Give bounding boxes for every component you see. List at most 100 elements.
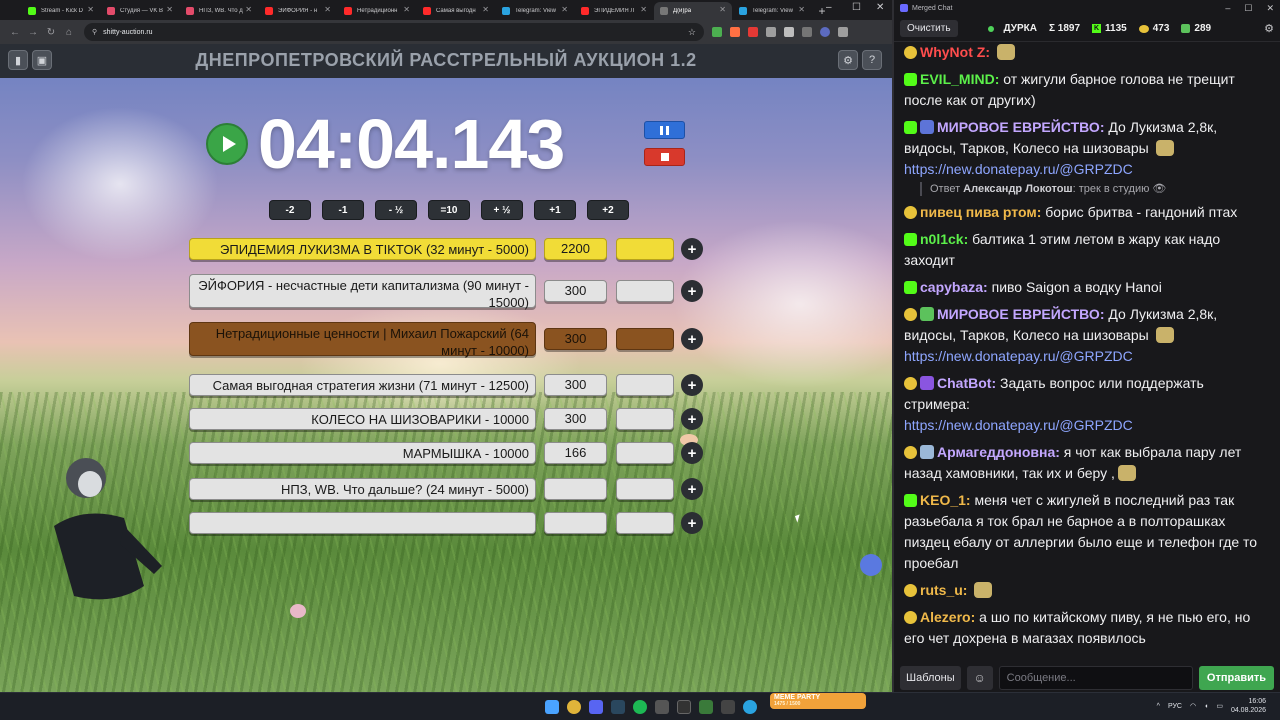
- spotify-icon[interactable]: [633, 700, 647, 714]
- chat-username[interactable]: EVIL_MIND: [920, 71, 995, 87]
- time-adjust-button[interactable]: - ½: [375, 200, 417, 220]
- extension-icon[interactable]: [766, 27, 776, 37]
- browser-tab[interactable]: Telegram: View ✕: [496, 2, 574, 20]
- chat-link[interactable]: https://new.donatepay.ru/@GRPZDC: [904, 417, 1133, 433]
- send-button[interactable]: Отправить: [1198, 666, 1274, 690]
- maximize-icon[interactable]: ☐: [1244, 3, 1252, 14]
- time-adjust-button[interactable]: +1: [534, 200, 576, 220]
- chat-username[interactable]: n0l1ck: [920, 231, 964, 247]
- lot-amount-field[interactable]: [544, 512, 607, 534]
- lot-amount-field[interactable]: 300: [544, 328, 607, 350]
- lot-name-field[interactable]: Самая выгодная стратегия жизни (71 минут…: [189, 374, 536, 396]
- address-bar[interactable]: ⚲ shitty-auction.ru ☆: [84, 23, 704, 41]
- battery-icon[interactable]: ▭: [1216, 702, 1223, 710]
- lot-amount-field[interactable]: 300: [544, 280, 607, 302]
- lot-add-amount-field[interactable]: [616, 238, 674, 260]
- steam-icon[interactable]: [611, 700, 625, 714]
- extension-icon[interactable]: [748, 27, 758, 37]
- chat-messages[interactable]: WhyNot Z: EVIL_MIND: от жигули барное го…: [894, 42, 1280, 664]
- browser-tab[interactable]: Нетрадиционн ✕: [338, 2, 416, 20]
- tab-close-icon[interactable]: ✕: [403, 5, 410, 14]
- plus-icon[interactable]: +: [681, 280, 703, 302]
- extensions-puzzle-icon[interactable]: [784, 27, 794, 37]
- lot-name-field[interactable]: [189, 512, 536, 534]
- chat-username[interactable]: Армагеддоновна: [937, 444, 1055, 460]
- forward-icon[interactable]: →: [24, 23, 42, 41]
- wifi-icon[interactable]: ◠: [1190, 702, 1196, 710]
- plus-icon[interactable]: +: [681, 478, 703, 500]
- chat-username[interactable]: capybaza: [920, 279, 983, 295]
- browser-tab[interactable]: Stream - Kick D ✕: [22, 2, 100, 20]
- start-icon[interactable]: [545, 700, 559, 714]
- back-icon[interactable]: ←: [6, 23, 24, 41]
- lot-name-field[interactable]: ЭПИДЕМИЯ ЛУКИЗМА В TIKTOK (32 минут - 50…: [189, 238, 536, 260]
- clear-button[interactable]: Очистить: [900, 20, 958, 37]
- reload-icon[interactable]: ↻: [42, 23, 60, 41]
- meme-party-widget[interactable]: MEME PARTY 1475 / 1500: [770, 693, 866, 709]
- browser-tab[interactable]: ЭЙФОРИЯ - н ✕: [259, 2, 337, 20]
- app-icon[interactable]: [677, 700, 691, 714]
- tab-close-icon[interactable]: ✕: [561, 5, 568, 14]
- lot-add-amount-field[interactable]: [616, 374, 674, 396]
- telegram-icon[interactable]: [743, 700, 757, 714]
- lot-amount-field[interactable]: 300: [544, 408, 607, 430]
- close-icon[interactable]: ✕: [876, 2, 884, 13]
- pause-button[interactable]: [644, 121, 685, 139]
- tab-close-icon[interactable]: ✕: [482, 5, 489, 14]
- chat-username[interactable]: WhyNot Z: [920, 44, 985, 60]
- tab-close-icon[interactable]: ✕: [324, 5, 331, 14]
- lot-add-amount-field[interactable]: [616, 328, 674, 350]
- chat-username[interactable]: пивец пива ртом: [920, 204, 1037, 220]
- app-icon[interactable]: [699, 700, 713, 714]
- plus-icon[interactable]: +: [681, 328, 703, 350]
- templates-button[interactable]: Шаблоны: [900, 666, 961, 690]
- stop-button[interactable]: [644, 148, 685, 166]
- lot-add-amount-field[interactable]: [616, 442, 674, 464]
- time-adjust-button[interactable]: +2: [587, 200, 629, 220]
- lot-name-field[interactable]: КОЛЕСО НА ШИЗОВАРИКИ - 10000: [189, 408, 536, 430]
- plus-icon[interactable]: +: [681, 374, 703, 396]
- obs-icon[interactable]: [655, 700, 669, 714]
- lot-amount-field[interactable]: [544, 478, 607, 500]
- browser-tab[interactable]: Д(и)ра ✕: [654, 2, 732, 20]
- site-info-icon[interactable]: ⚲: [92, 28, 97, 36]
- time-adjust-button[interactable]: -1: [322, 200, 364, 220]
- app-icon[interactable]: [721, 700, 735, 714]
- chat-username[interactable]: Alezero: [920, 609, 971, 625]
- plus-icon[interactable]: +: [681, 512, 703, 534]
- tab-close-icon[interactable]: ✕: [798, 5, 805, 14]
- emoji-icon[interactable]: ☺: [966, 666, 993, 690]
- chat-username[interactable]: МИРОВОЕ ЕВРЕЙСТВО: [937, 119, 1100, 135]
- chat-username[interactable]: МИРОВОЕ ЕВРЕЙСТВО: [937, 306, 1100, 322]
- lot-name-field[interactable]: Нетрадиционные ценности | Михаил Пожарск…: [189, 322, 536, 358]
- chevron-up-icon[interactable]: ^: [1157, 703, 1160, 710]
- message-input[interactable]: Сообщение...: [998, 666, 1193, 690]
- bookmark-star-icon[interactable]: ☆: [688, 27, 696, 38]
- chat-username[interactable]: ruts_u: [920, 582, 963, 598]
- minimize-icon[interactable]: –: [1225, 3, 1230, 14]
- volume-icon[interactable]: ◖: [1204, 703, 1208, 710]
- menu-dots-icon[interactable]: [838, 27, 848, 37]
- chat-settings-gear-icon[interactable]: ⚙: [1264, 22, 1274, 35]
- tab-close-icon[interactable]: ✕: [640, 5, 647, 14]
- chrome-icon[interactable]: [567, 700, 581, 714]
- plus-icon[interactable]: +: [681, 408, 703, 430]
- chat-link[interactable]: https://new.donatepay.ru/@GRPZDC: [904, 348, 1133, 364]
- clock[interactable]: 16:06 04.08.2026: [1231, 697, 1266, 715]
- browser-tab[interactable]: Telegram: View ✕: [733, 2, 811, 20]
- tab-close-icon[interactable]: ✕: [166, 5, 173, 14]
- tab-close-icon[interactable]: ✕: [87, 5, 94, 14]
- close-icon[interactable]: ✕: [1266, 3, 1274, 14]
- tab-close-icon[interactable]: ✕: [719, 5, 726, 14]
- settings-gear-icon[interactable]: ⚙: [838, 50, 858, 70]
- plus-icon[interactable]: +: [681, 442, 703, 464]
- home-icon[interactable]: ⌂: [60, 23, 78, 41]
- time-adjust-button[interactable]: + ½: [481, 200, 523, 220]
- browser-tab[interactable]: Студия — VK В ✕: [101, 2, 179, 20]
- extension-icon[interactable]: [730, 27, 740, 37]
- chat-username[interactable]: KEO_1: [920, 492, 966, 508]
- lot-add-amount-field[interactable]: [616, 478, 674, 500]
- lang-indicator[interactable]: РУС: [1168, 703, 1182, 710]
- maximize-icon[interactable]: ☐: [852, 2, 861, 13]
- browser-tab[interactable]: ЭПИДЕМИЯ Л ✕: [575, 2, 653, 20]
